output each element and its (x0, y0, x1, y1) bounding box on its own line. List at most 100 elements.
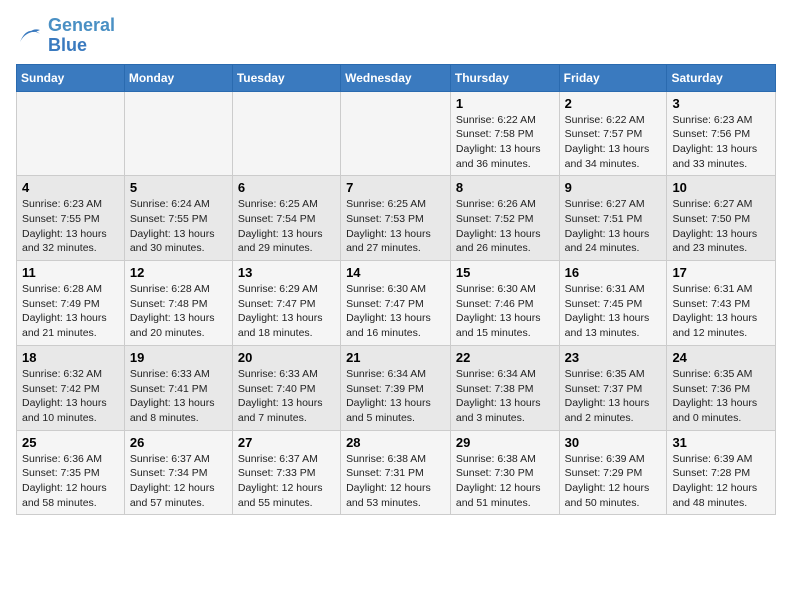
day-number: 19 (130, 350, 227, 365)
logo-text: General Blue (48, 16, 115, 56)
day-number: 21 (346, 350, 445, 365)
day-number: 25 (22, 435, 119, 450)
day-number: 18 (22, 350, 119, 365)
calendar-cell: 12 Sunrise: 6:28 AMSunset: 7:48 PMDayligh… (124, 261, 232, 346)
day-number: 11 (22, 265, 119, 280)
calendar-cell (341, 91, 451, 176)
calendar-cell: 2 Sunrise: 6:22 AMSunset: 7:57 PMDaylight… (559, 91, 667, 176)
calendar-cell: 16 Sunrise: 6:31 AMSunset: 7:45 PMDayligh… (559, 261, 667, 346)
day-number: 22 (456, 350, 554, 365)
day-info: Sunrise: 6:38 AMSunset: 7:30 PMDaylight:… (456, 452, 554, 511)
calendar-cell: 6 Sunrise: 6:25 AMSunset: 7:54 PMDaylight… (232, 176, 340, 261)
day-number: 15 (456, 265, 554, 280)
day-info: Sunrise: 6:32 AMSunset: 7:42 PMDaylight:… (22, 367, 119, 426)
calendar-cell: 18 Sunrise: 6:32 AMSunset: 7:42 PMDayligh… (17, 345, 125, 430)
calendar-cell: 25Sunrise: 6:36 AMSunset: 7:35 PMDayligh… (17, 430, 125, 515)
calendar-table: SundayMondayTuesdayWednesdayThursdayFrid… (16, 64, 776, 516)
day-info: Sunrise: 6:35 AMSunset: 7:37 PMDaylight:… (565, 367, 662, 426)
calendar-cell: 19 Sunrise: 6:33 AMSunset: 7:41 PMDayligh… (124, 345, 232, 430)
calendar-cell: 24 Sunrise: 6:35 AMSunset: 7:36 PMDayligh… (667, 345, 776, 430)
day-info: Sunrise: 6:38 AMSunset: 7:31 PMDaylight:… (346, 452, 445, 511)
day-number: 12 (130, 265, 227, 280)
day-number: 29 (456, 435, 554, 450)
day-number: 2 (565, 96, 662, 111)
calendar-cell: 30 Sunrise: 6:39 AMSunset: 7:29 PMDayligh… (559, 430, 667, 515)
weekday-header: Monday (124, 64, 232, 91)
day-number: 27 (238, 435, 335, 450)
calendar-cell: 21 Sunrise: 6:34 AMSunset: 7:39 PMDayligh… (341, 345, 451, 430)
day-number: 24 (672, 350, 770, 365)
calendar-cell: 5 Sunrise: 6:24 AMSunset: 7:55 PMDaylight… (124, 176, 232, 261)
day-info: Sunrise: 6:30 AMSunset: 7:47 PMDaylight:… (346, 282, 445, 341)
day-number: 31 (672, 435, 770, 450)
calendar-cell: 9 Sunrise: 6:27 AMSunset: 7:51 PMDaylight… (559, 176, 667, 261)
day-number: 23 (565, 350, 662, 365)
calendar-cell: 7Sunrise: 6:25 AMSunset: 7:53 PMDaylight… (341, 176, 451, 261)
logo: General Blue (16, 16, 115, 56)
calendar-cell: 23 Sunrise: 6:35 AMSunset: 7:37 PMDayligh… (559, 345, 667, 430)
day-number: 26 (130, 435, 227, 450)
calendar-cell: 8 Sunrise: 6:26 AMSunset: 7:52 PMDaylight… (450, 176, 559, 261)
day-number: 16 (565, 265, 662, 280)
weekday-header: Wednesday (341, 64, 451, 91)
day-number: 14 (346, 265, 445, 280)
calendar-cell (124, 91, 232, 176)
day-info: Sunrise: 6:34 AMSunset: 7:39 PMDaylight:… (346, 367, 445, 426)
day-info: Sunrise: 6:22 AMSunset: 7:57 PMDaylight:… (565, 113, 662, 172)
day-info: Sunrise: 6:24 AMSunset: 7:55 PMDaylight:… (130, 197, 227, 256)
calendar-cell (17, 91, 125, 176)
day-info: Sunrise: 6:29 AMSunset: 7:47 PMDaylight:… (238, 282, 335, 341)
day-info: Sunrise: 6:26 AMSunset: 7:52 PMDaylight:… (456, 197, 554, 256)
weekday-header: Tuesday (232, 64, 340, 91)
weekday-header: Thursday (450, 64, 559, 91)
day-number: 20 (238, 350, 335, 365)
day-info: Sunrise: 6:39 AMSunset: 7:28 PMDaylight:… (672, 452, 770, 511)
day-number: 5 (130, 180, 227, 195)
day-info: Sunrise: 6:28 AMSunset: 7:48 PMDaylight:… (130, 282, 227, 341)
calendar-cell: 3Sunrise: 6:23 AMSunset: 7:56 PMDaylight… (667, 91, 776, 176)
day-info: Sunrise: 6:34 AMSunset: 7:38 PMDaylight:… (456, 367, 554, 426)
day-info: Sunrise: 6:33 AMSunset: 7:41 PMDaylight:… (130, 367, 227, 426)
calendar-week-row: 4Sunrise: 6:23 AMSunset: 7:55 PMDaylight… (17, 176, 776, 261)
day-info: Sunrise: 6:31 AMSunset: 7:45 PMDaylight:… (565, 282, 662, 341)
calendar-cell: 14 Sunrise: 6:30 AMSunset: 7:47 PMDayligh… (341, 261, 451, 346)
weekday-header: Sunday (17, 64, 125, 91)
calendar-cell: 17 Sunrise: 6:31 AMSunset: 7:43 PMDayligh… (667, 261, 776, 346)
calendar-week-row: 11 Sunrise: 6:28 AMSunset: 7:49 PMDayligh… (17, 261, 776, 346)
day-info: Sunrise: 6:35 AMSunset: 7:36 PMDaylight:… (672, 367, 770, 426)
day-number: 6 (238, 180, 335, 195)
day-info: Sunrise: 6:28 AMSunset: 7:49 PMDaylight:… (22, 282, 119, 341)
day-info: Sunrise: 6:37 AMSunset: 7:33 PMDaylight:… (238, 452, 335, 511)
day-number: 7 (346, 180, 445, 195)
calendar-header-row: SundayMondayTuesdayWednesdayThursdayFrid… (17, 64, 776, 91)
weekday-header: Friday (559, 64, 667, 91)
day-info: Sunrise: 6:23 AMSunset: 7:55 PMDaylight:… (22, 197, 119, 256)
day-number: 1 (456, 96, 554, 111)
logo-bird-icon (16, 24, 44, 48)
day-number: 17 (672, 265, 770, 280)
day-info: Sunrise: 6:23 AMSunset: 7:56 PMDaylight:… (672, 113, 770, 172)
day-info: Sunrise: 6:31 AMSunset: 7:43 PMDaylight:… (672, 282, 770, 341)
weekday-header: Saturday (667, 64, 776, 91)
day-number: 28 (346, 435, 445, 450)
day-info: Sunrise: 6:39 AMSunset: 7:29 PMDaylight:… (565, 452, 662, 511)
day-info: Sunrise: 6:22 AMSunset: 7:58 PMDaylight:… (456, 113, 554, 172)
calendar-cell: 29 Sunrise: 6:38 AMSunset: 7:30 PMDayligh… (450, 430, 559, 515)
calendar-cell: 15Sunrise: 6:30 AMSunset: 7:46 PMDayligh… (450, 261, 559, 346)
calendar-cell: 10Sunrise: 6:27 AMSunset: 7:50 PMDayligh… (667, 176, 776, 261)
calendar-cell: 31 Sunrise: 6:39 AMSunset: 7:28 PMDayligh… (667, 430, 776, 515)
day-number: 8 (456, 180, 554, 195)
calendar-cell: 13Sunrise: 6:29 AMSunset: 7:47 PMDayligh… (232, 261, 340, 346)
calendar-week-row: 18 Sunrise: 6:32 AMSunset: 7:42 PMDayligh… (17, 345, 776, 430)
day-number: 10 (672, 180, 770, 195)
day-number: 9 (565, 180, 662, 195)
day-number: 30 (565, 435, 662, 450)
calendar-week-row: 1 Sunrise: 6:22 AMSunset: 7:58 PMDaylight… (17, 91, 776, 176)
day-info: Sunrise: 6:25 AMSunset: 7:54 PMDaylight:… (238, 197, 335, 256)
calendar-cell: 1 Sunrise: 6:22 AMSunset: 7:58 PMDaylight… (450, 91, 559, 176)
day-info: Sunrise: 6:27 AMSunset: 7:51 PMDaylight:… (565, 197, 662, 256)
calendar-cell: 22 Sunrise: 6:34 AMSunset: 7:38 PMDayligh… (450, 345, 559, 430)
calendar-cell: 4Sunrise: 6:23 AMSunset: 7:55 PMDaylight… (17, 176, 125, 261)
calendar-cell: 11 Sunrise: 6:28 AMSunset: 7:49 PMDayligh… (17, 261, 125, 346)
day-info: Sunrise: 6:33 AMSunset: 7:40 PMDaylight:… (238, 367, 335, 426)
